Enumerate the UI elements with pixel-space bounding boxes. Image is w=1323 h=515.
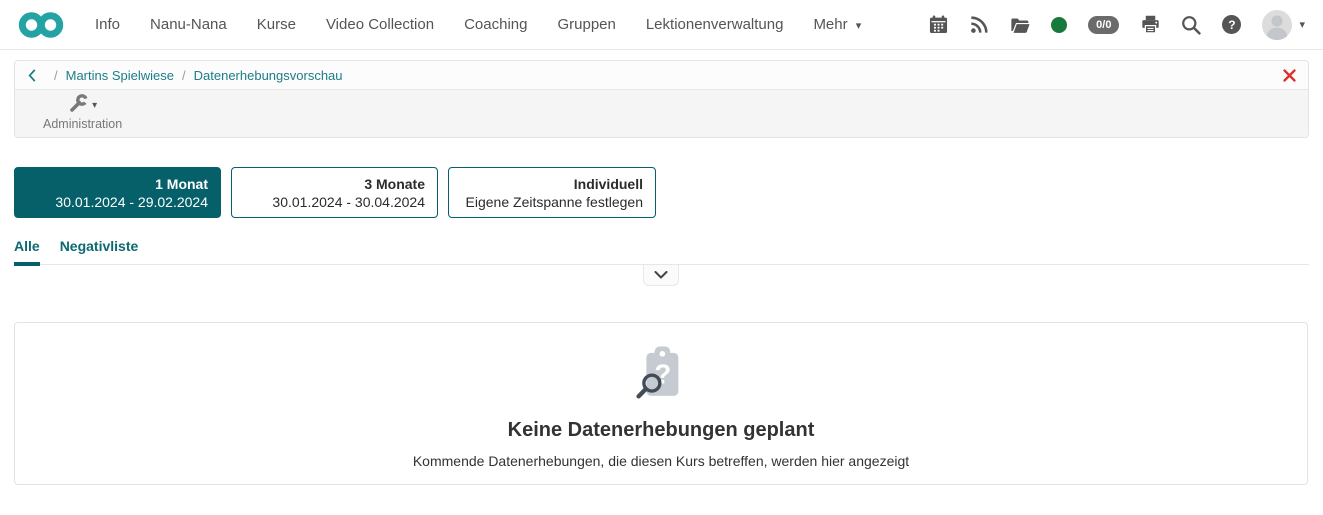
folder-icon[interactable] <box>1010 15 1030 35</box>
main-menu: Info Nanu-Nana Kurse Video Collection Co… <box>80 16 876 33</box>
nav-item-info[interactable]: Info <box>80 16 135 33</box>
back-chevron-icon[interactable] <box>27 68 37 83</box>
chevron-down-icon: ▾ <box>92 99 98 111</box>
chevron-down-icon: ▾ <box>855 20 862 32</box>
print-icon[interactable] <box>1140 15 1160 35</box>
tab-negativliste[interactable]: Negativliste <box>60 236 139 264</box>
range-button-three-months[interactable]: 3 Monate 30.01.2024 - 30.04.2024 <box>231 167 438 218</box>
nav-item-mehr[interactable]: Mehr ▾ <box>798 16 876 33</box>
empty-state-title: Keine Datenerhebungen geplant <box>507 419 815 441</box>
rss-feed-icon[interactable] <box>969 15 989 35</box>
range-title: Individuell <box>573 176 643 192</box>
tab-alle[interactable]: Alle <box>14 236 40 266</box>
nav-item-coaching[interactable]: Coaching <box>449 16 542 33</box>
nav-item-video-collection[interactable]: Video Collection <box>311 16 449 33</box>
chat-count-badge[interactable]: 0/0 <box>1088 15 1120 34</box>
nav-item-kurse[interactable]: Kurse <box>242 16 311 33</box>
chevron-down-icon: ▾ <box>1299 19 1305 31</box>
avatar <box>1262 9 1293 40</box>
empty-state-subtitle: Kommende Datenerhebungen, die diesen Kur… <box>412 453 910 469</box>
range-dates: 30.01.2024 - 30.04.2024 <box>272 194 425 210</box>
user-menu[interactable]: ▾ <box>1262 9 1305 40</box>
collapse-toolbar-button[interactable] <box>643 265 679 286</box>
nav-item-lektionenverwaltung[interactable]: Lektionenverwaltung <box>631 16 799 33</box>
search-icon[interactable] <box>1181 15 1202 35</box>
top-navbar: Info Nanu-Nana Kurse Video Collection Co… <box>0 0 1323 50</box>
range-button-one-month[interactable]: 1 Monat 30.01.2024 - 29.02.2024 <box>14 167 221 218</box>
range-title: 1 Monat <box>155 176 208 192</box>
close-icon[interactable] <box>1283 68 1296 82</box>
breadcrumb-course-link[interactable]: Martins Spielwiese <box>66 68 174 83</box>
range-subtitle: Eigene Zeitspanne festlegen <box>465 194 643 210</box>
filter-tabs: Alle Negativliste <box>14 236 1309 266</box>
nav-item-mehr-label: Mehr <box>813 16 848 33</box>
course-tools-row: ▾ Administration <box>15 90 1308 137</box>
tab-negativliste-label: Negativliste <box>59 238 139 254</box>
chevron-down-icon <box>654 271 668 279</box>
empty-state-card: ? Keine Datenerhebungen geplant Kommende… <box>14 322 1308 485</box>
range-title: 3 Monate <box>364 176 425 192</box>
online-status-dot <box>1051 16 1068 33</box>
calendar-icon[interactable] <box>928 15 948 35</box>
nav-item-nanu-nana[interactable]: Nanu-Nana <box>135 16 242 33</box>
course-toolbar-panel: / Martins Spielwiese / Datenerhebungsvor… <box>14 60 1309 138</box>
navbar-icon-group: 0/0 ? ▾ <box>928 9 1305 40</box>
breadcrumb-current-page[interactable]: Datenerhebungsvorschau <box>194 68 343 83</box>
active-tab-underline <box>14 262 40 266</box>
no-data-search-icon: ? <box>629 345 693 407</box>
help-icon[interactable]: ? <box>1222 15 1242 34</box>
administration-label: Administration <box>43 117 123 131</box>
nav-item-gruppen[interactable]: Gruppen <box>542 16 630 33</box>
breadcrumb: / Martins Spielwiese / Datenerhebungsvor… <box>15 61 1308 90</box>
svg-text:?: ? <box>654 359 671 390</box>
breadcrumb-separator: / <box>182 67 186 83</box>
range-dates: 30.01.2024 - 29.02.2024 <box>55 194 208 210</box>
breadcrumb-separator: / <box>54 67 58 83</box>
wrench-icon <box>68 93 88 118</box>
date-range-selector: 1 Monat 30.01.2024 - 29.02.2024 3 Monate… <box>14 167 656 218</box>
administration-menu-button[interactable]: ▾ Administration <box>43 93 123 131</box>
range-button-custom[interactable]: Individuell Eigene Zeitspanne festlegen <box>448 167 656 218</box>
tab-alle-label: Alle <box>14 238 40 254</box>
openolat-logo-icon[interactable] <box>18 11 64 39</box>
